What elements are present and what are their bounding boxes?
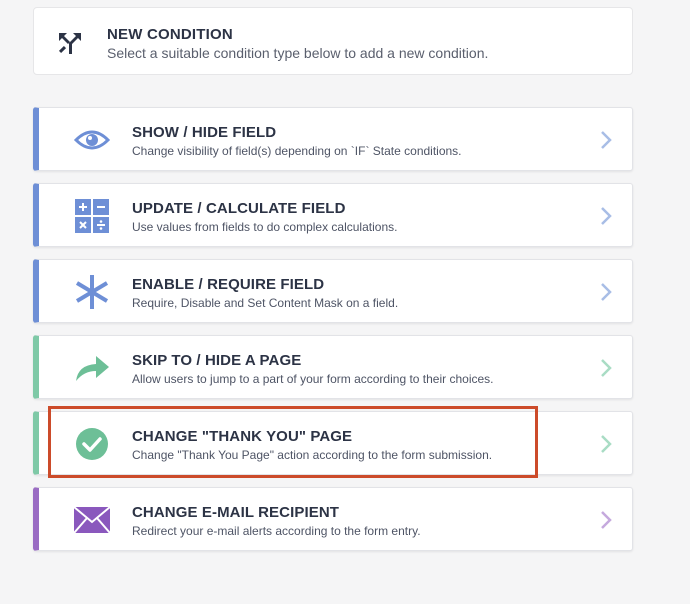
condition-title: SKIP TO / HIDE A PAGE (132, 352, 302, 369)
condition-icon (58, 33, 81, 54)
chevron-right-icon (601, 283, 612, 301)
condition-skip-hide-page[interactable]: SKIP TO / HIDE A PAGE Allow users to jum… (33, 335, 633, 399)
calculator-icon (73, 197, 111, 235)
chevron-right-icon (601, 359, 612, 377)
condition-enable-require-field[interactable]: ENABLE / REQUIRE FIELD Require, Disable … (33, 259, 633, 323)
condition-description: Redirect your e-mail alerts according to… (132, 524, 421, 538)
condition-title: CHANGE E-MAIL RECIPIENT (132, 504, 340, 521)
chevron-right-icon (601, 511, 612, 529)
condition-change-thank-you-page[interactable]: CHANGE "THANK YOU" PAGE Change "Thank Yo… (33, 411, 633, 475)
asterisk-icon (73, 273, 111, 311)
condition-description: Allow users to jump to a part of your fo… (132, 372, 494, 386)
condition-change-email-recipient[interactable]: CHANGE E-MAIL RECIPIENT Redirect your e-… (33, 487, 633, 551)
page: NEW CONDITION Select a suitable conditio… (0, 0, 690, 604)
condition-title: SHOW / HIDE FIELD (132, 124, 277, 141)
check-circle-icon (73, 425, 111, 463)
condition-show-hide-field[interactable]: SHOW / HIDE FIELD Change visibility of f… (33, 107, 633, 171)
condition-description: Require, Disable and Set Content Mask on… (132, 296, 399, 310)
share-arrow-icon (73, 349, 111, 387)
chevron-right-icon (601, 435, 612, 453)
new-condition-header: NEW CONDITION Select a suitable conditio… (33, 7, 633, 75)
condition-description: Use values from fields to do complex cal… (132, 220, 398, 234)
eye-icon (73, 121, 111, 159)
header-subtitle: Select a suitable condition type below t… (107, 45, 489, 61)
header-title: NEW CONDITION (107, 26, 233, 43)
condition-description: Change visibility of field(s) depending … (132, 144, 462, 158)
envelope-icon (73, 501, 111, 539)
chevron-right-icon (601, 131, 612, 149)
condition-title: UPDATE / CALCULATE FIELD (132, 200, 346, 217)
condition-update-calculate-field[interactable]: UPDATE / CALCULATE FIELD Use values from… (33, 183, 633, 247)
condition-description: Change "Thank You Page" action according… (132, 448, 493, 462)
condition-title: CHANGE "THANK YOU" PAGE (132, 428, 353, 445)
chevron-right-icon (601, 207, 612, 225)
condition-title: ENABLE / REQUIRE FIELD (132, 276, 325, 293)
